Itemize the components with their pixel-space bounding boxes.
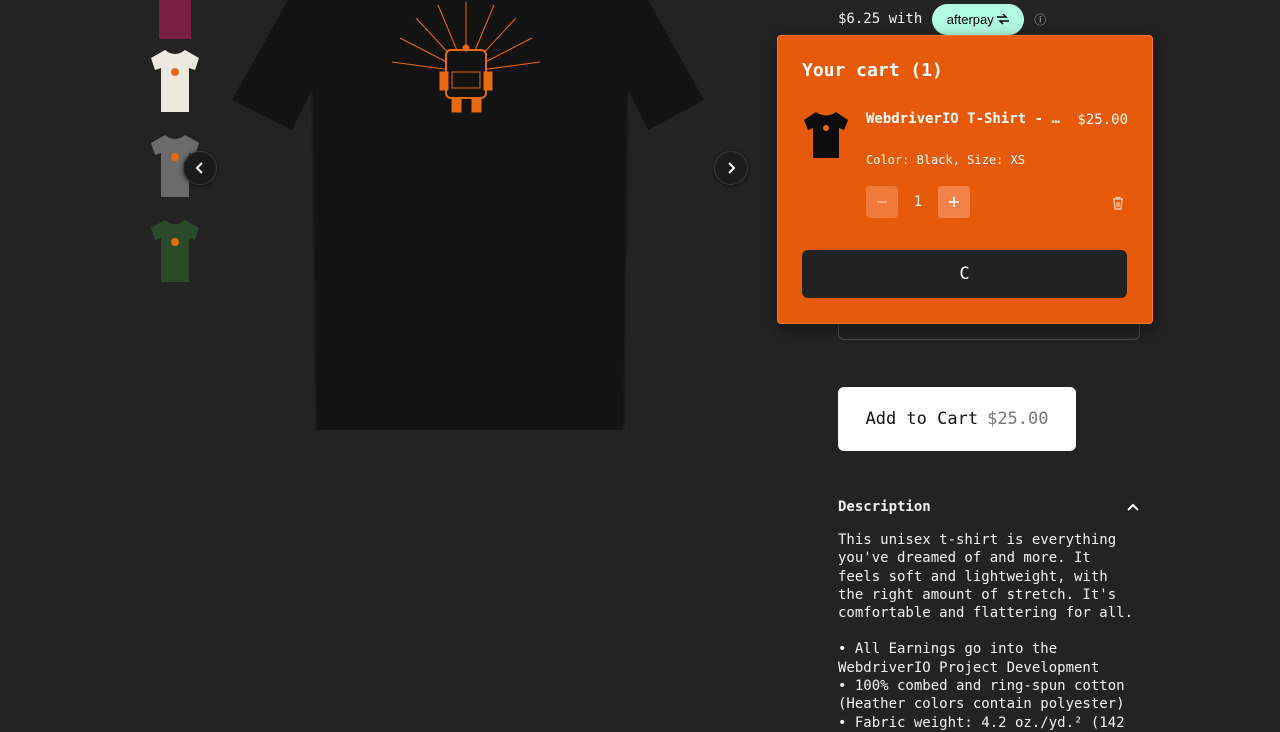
chevron-left-icon <box>195 162 203 174</box>
chevron-up-icon <box>1127 503 1139 511</box>
checkout-button[interactable]: C <box>802 250 1127 298</box>
minus-icon <box>877 201 887 203</box>
add-to-cart-label: Add to Cart <box>865 409 979 429</box>
trash-icon <box>1113 196 1123 210</box>
description-bullet: 100% combed and ring-spun cotton (Heathe… <box>838 677 1138 714</box>
description-title: Description <box>838 499 931 515</box>
description-body: This unisex t-shirt is everything you've… <box>838 531 1138 732</box>
quantity-value: 1 <box>913 194 923 210</box>
description-bullet: Fabric weight: 4.2 oz./yd.² (142 <box>838 714 1138 732</box>
cart-item-name: WebdriverIO T-Shirt - R… <box>866 111 1066 127</box>
info-icon[interactable]: ⓘ <box>1034 11 1046 28</box>
tshirt-thumbnail <box>804 112 848 158</box>
tshirt-image <box>232 0 704 431</box>
add-to-cart-price: $25.00 <box>987 409 1049 429</box>
afterpay-arrows-icon <box>996 13 1009 25</box>
cart-item-variant: Color: Black, Size: XS <box>866 153 1025 167</box>
prev-image-button[interactable] <box>183 151 217 185</box>
description-bullet: All Earnings go into the WebdriverIO Pro… <box>838 640 1138 677</box>
chevron-right-icon <box>728 162 736 174</box>
cart-title: Your cart (1) <box>802 60 943 81</box>
afterpay-row: $6.25 with afterpay ⓘ <box>838 3 1046 35</box>
afterpay-badge[interactable]: afterpay <box>932 3 1025 35</box>
checkout-label: C <box>959 264 970 284</box>
cart-item-price: $25.00 <box>1077 112 1128 128</box>
description-bullets: All Earnings go into the WebdriverIO Pro… <box>838 640 1138 731</box>
increase-quantity-button[interactable] <box>938 186 970 218</box>
plus-icon <box>949 197 959 207</box>
next-image-button[interactable] <box>714 151 748 185</box>
add-to-cart-button[interactable]: Add to Cart $25.00 <box>838 387 1076 451</box>
description-toggle[interactable]: Description <box>838 495 1140 519</box>
afterpay-badge-label: afterpay <box>946 11 994 27</box>
thumbnail-maroon[interactable] <box>146 0 204 48</box>
decrease-quantity-button[interactable] <box>866 186 898 218</box>
product-main-image <box>228 0 712 440</box>
thumbnail-forest-green[interactable] <box>146 218 204 284</box>
cart-popover: Your cart (1) WebdriverIO T-Shirt - R… $… <box>777 35 1153 324</box>
remove-item-button[interactable] <box>1111 195 1127 211</box>
afterpay-installment: $6.25 with <box>838 11 923 27</box>
description-intro: This unisex t-shirt is everything you've… <box>838 532 1134 622</box>
cart-item-image <box>802 108 850 160</box>
thumbnail-white[interactable] <box>146 48 204 114</box>
